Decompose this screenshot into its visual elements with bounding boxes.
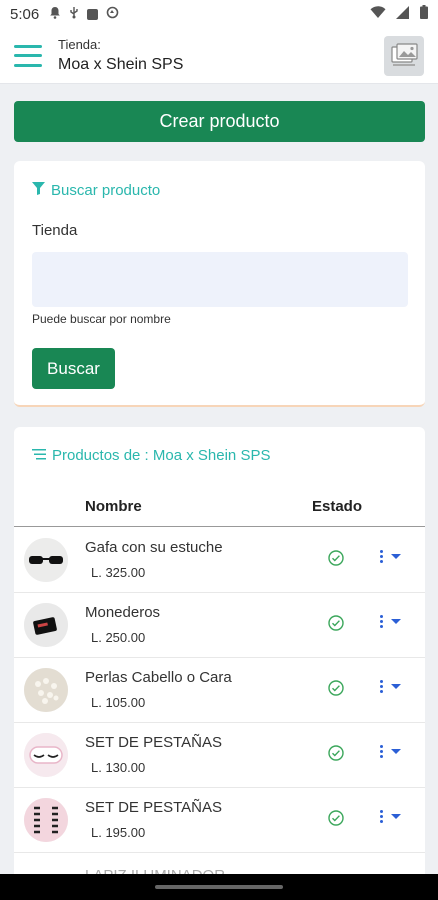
search-title-text: Buscar producto xyxy=(51,182,161,199)
check-circle-icon xyxy=(328,745,344,766)
product-price: L. 130.00 xyxy=(91,760,146,775)
check-circle-icon xyxy=(328,810,344,831)
products-title-text: Productos de : Moa x Shein SPS xyxy=(52,447,271,464)
caret-down-icon xyxy=(391,554,401,559)
product-name: Gafa con su estuche xyxy=(85,539,223,556)
battery-icon xyxy=(420,5,428,23)
product-name: Monederos xyxy=(85,604,161,621)
store-search-input[interactable] xyxy=(32,252,408,307)
more-vert-icon xyxy=(380,680,383,693)
check-circle-icon xyxy=(328,550,344,571)
more-vert-icon xyxy=(380,615,383,628)
table-row[interactable]: Monederos L. 250.00 xyxy=(14,593,425,658)
more-vert-icon xyxy=(380,745,383,758)
product-name: SET DE PESTAÑAS xyxy=(85,734,222,751)
table-row[interactable]: SET DE PESTAÑAS L. 195.00 xyxy=(14,788,425,853)
row-options-button[interactable] xyxy=(380,680,401,693)
caret-down-icon xyxy=(391,749,401,754)
product-name: Perlas Cabello o Cara xyxy=(85,669,232,686)
system-icons xyxy=(370,5,428,23)
wifi-icon xyxy=(370,5,386,23)
product-thumbnail xyxy=(24,668,68,712)
store-logo[interactable] xyxy=(384,35,424,76)
sim-card-icon xyxy=(87,8,99,20)
row-options-button[interactable] xyxy=(380,745,401,758)
row-options-button[interactable] xyxy=(380,810,401,823)
store-name: Moa x Shein SPS xyxy=(58,56,184,73)
more-vert-icon xyxy=(380,810,383,823)
product-price: L. 250.00 xyxy=(91,630,146,645)
usb-icon xyxy=(69,6,79,23)
product-thumbnail xyxy=(24,798,68,842)
sync-icon xyxy=(106,6,119,23)
product-thumbnail xyxy=(24,733,68,777)
caret-down-icon xyxy=(391,684,401,689)
home-handle[interactable] xyxy=(155,885,283,889)
caret-down-icon xyxy=(391,619,401,624)
table-row[interactable]: Gafa con su estuche L. 325.00 xyxy=(14,528,425,593)
product-price: L. 105.00 xyxy=(91,695,146,710)
check-circle-icon xyxy=(328,615,344,636)
table-row[interactable]: Perlas Cabello o Cara L. 105.00 xyxy=(14,658,425,723)
product-thumbnail xyxy=(24,603,68,647)
row-options-button[interactable] xyxy=(380,615,401,628)
store-caption: Tienda: xyxy=(58,37,101,52)
check-circle-icon xyxy=(328,680,344,701)
caret-down-icon xyxy=(391,814,401,819)
menu-icon[interactable] xyxy=(14,44,42,67)
filter-icon xyxy=(32,182,45,199)
list-icon xyxy=(32,447,46,464)
system-nav-bar xyxy=(0,874,438,900)
table-row[interactable]: SET DE PESTAÑAS L. 130.00 xyxy=(14,723,425,788)
products-title: Productos de : Moa x Shein SPS xyxy=(32,447,270,464)
store-info: Tienda: Moa x Shein SPS xyxy=(58,37,183,74)
app-header: Tienda: Moa x Shein SPS xyxy=(0,28,438,84)
more-vert-icon xyxy=(380,550,383,563)
product-thumbnail xyxy=(24,538,68,582)
store-field-label: Tienda xyxy=(32,222,78,239)
signal-icon xyxy=(396,5,410,23)
row-options-button[interactable] xyxy=(380,550,401,563)
product-price: L. 195.00 xyxy=(91,825,146,840)
column-status: Estado xyxy=(312,498,363,515)
create-product-button[interactable]: Crear producto xyxy=(14,101,425,142)
notification-icons xyxy=(49,6,119,23)
column-name: Nombre xyxy=(85,498,142,515)
product-name: SET DE PESTAÑAS xyxy=(85,799,222,816)
status-bar: 5:06 xyxy=(0,0,438,28)
store-field-help: Puede buscar por nombre xyxy=(32,312,171,326)
status-time: 5:06 xyxy=(10,5,40,23)
products-card: Productos de : Moa x Shein SPS Nombre Es… xyxy=(14,427,425,887)
product-price: L. 325.00 xyxy=(91,565,146,580)
search-card: Buscar producto Tienda Puede buscar por … xyxy=(14,161,425,407)
search-title: Buscar producto xyxy=(32,182,160,199)
table-header: Nombre Estado xyxy=(14,487,425,527)
search-button[interactable]: Buscar xyxy=(32,348,115,389)
notification-bell-icon xyxy=(49,6,61,23)
